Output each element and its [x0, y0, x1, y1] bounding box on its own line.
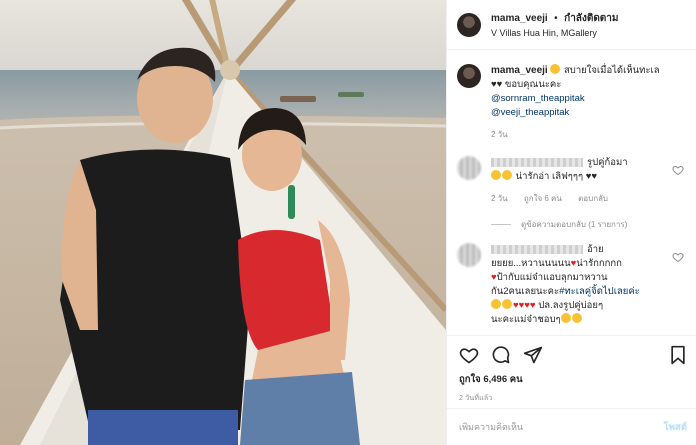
reply-button[interactable]: ตอบกลับ [578, 194, 608, 203]
kiss-emoji-icon [571, 313, 582, 323]
following-button[interactable]: กำลังติดตาม [564, 13, 618, 24]
caption-avatar[interactable] [457, 64, 481, 88]
post-photo[interactable] [0, 0, 446, 445]
post-actions: ถูกใจ 6,496 คน 2 วันที่แล้ว [447, 335, 696, 404]
hashtag-link[interactable]: #ทะเลคู่จิ้ดไปเลยค่ะ [559, 286, 640, 297]
view-replies-button[interactable]: ดูข้อความตอบกลับ (1 รายการ) [491, 218, 686, 231]
black-hearts-icon: ♥♥ [491, 79, 503, 90]
post-timestamp[interactable]: 2 วันที่แล้ว [459, 393, 687, 404]
post-header: mama_veeji • กำลังติดตาม V Villas Hua Hi… [447, 0, 696, 50]
grin-emoji-icon [502, 299, 512, 309]
comment-likes[interactable]: ถูกใจ 6 คน [524, 194, 562, 203]
comment-text: ป้ากับแม่จ๋าแอบลุกมาหวาน [496, 272, 608, 283]
instagram-post-view: mama_veeji • กำลังติดตาม V Villas Hua Hi… [0, 0, 696, 445]
heart-icon[interactable] [459, 345, 479, 365]
comment-text: กัน2คนเลยนะคะ [491, 286, 560, 297]
comment-text: นะคะแม่จ๋าชอบๆ [491, 314, 561, 325]
replies-divider [491, 224, 511, 225]
comment-like-heart-icon[interactable] [672, 164, 684, 176]
post-side-panel: mama_veeji • กำลังติดตาม V Villas Hua Hi… [446, 0, 696, 445]
kiss-emoji-icon [560, 313, 571, 323]
heart-eyes-emoji-icon [502, 170, 512, 180]
comment-age[interactable]: 2 วัน [491, 194, 508, 203]
mention-link[interactable]: @veeji_theappitak [491, 106, 660, 120]
blurred-avatar[interactable] [457, 243, 481, 267]
add-comment-bar: โพสต์ [447, 408, 696, 445]
comments-list[interactable]: mama_veeji สบายใจเมื่อได้เห็นทะเล ♥♥ ขอบ… [447, 50, 696, 327]
share-icon[interactable] [523, 345, 543, 365]
grin-emoji-icon [491, 299, 501, 309]
caption-meta: 2 วัน [491, 128, 660, 142]
caption: mama_veeji สบายใจเมื่อได้เห็นทะเล ♥♥ ขอบ… [457, 64, 686, 142]
post-comment-button[interactable]: โพสต์ [664, 420, 687, 435]
mention-link[interactable]: @sornram_theappitak [491, 92, 660, 106]
blurred-avatar[interactable] [457, 156, 481, 180]
separator-dot: • [554, 12, 558, 24]
comment-text: รูปคู่ก้อมา [587, 157, 628, 168]
blurred-username[interactable] [491, 244, 583, 254]
caption-age[interactable]: 2 วัน [491, 130, 508, 139]
comment-input[interactable] [459, 422, 664, 432]
comment-text-2: น่ารักอ่า เลิฟๆๆๆ [515, 171, 584, 182]
avatar[interactable] [457, 12, 481, 37]
comment-text: อ้าย [587, 244, 604, 255]
username-link[interactable]: mama_veeji [491, 13, 548, 24]
comment-text: น่ารักกกกก [576, 258, 622, 269]
heart-eyes-emoji-icon [491, 170, 501, 180]
comment-body: รูปคู่ก้อมา น่ารักอ่า เลิฟๆๆๆ ♥♥ 2 วัน ถ… [491, 156, 628, 206]
caption-body: mama_veeji สบายใจเมื่อได้เห็นทะเล ♥♥ ขอบ… [491, 64, 660, 142]
action-icons [459, 344, 687, 366]
comment-body: อ้าย ยยยย...หวานนนนน♥น่ารักกกกก ♥ป้ากับแ… [491, 243, 640, 327]
location-link[interactable]: V Villas Hua Hin, MGallery [491, 26, 619, 41]
comment: อ้าย ยยยย...หวานนนนน♥น่ารักกกกก ♥ป้ากับแ… [457, 243, 686, 327]
bookmark-icon[interactable] [669, 345, 687, 365]
caption-username[interactable]: mama_veeji [491, 65, 548, 76]
caption-text-2: ขอบคุณนะคะ [504, 79, 562, 90]
comment: รูปคู่ก้อมา น่ารักอ่า เลิฟๆๆๆ ♥♥ 2 วัน ถ… [457, 156, 686, 206]
red-hearts-icon: ♥♥♥♥ [513, 300, 536, 311]
view-replies-label: ดูข้อความตอบกลับ (1 รายการ) [521, 220, 628, 229]
beach-couple-photo [0, 0, 446, 445]
post-header-meta: mama_veeji • กำลังติดตาม V Villas Hua Hi… [491, 9, 619, 41]
likes-count[interactable]: ถูกใจ 6,496 คน [459, 372, 687, 387]
smile-emoji-icon [550, 64, 561, 74]
comment-meta: 2 วัน ถูกใจ 6 คน ตอบกลับ [491, 192, 628, 206]
blurred-username[interactable] [491, 157, 583, 167]
comment-icon[interactable] [491, 345, 511, 365]
black-hearts-icon: ♥♥ [585, 171, 598, 182]
comment-like-heart-icon[interactable] [672, 251, 684, 263]
comment-text: ปล.ลงรูปคู่บ่อยๆ [538, 300, 604, 311]
comment-text: ยยยย...หวานนนนน [491, 258, 571, 269]
caption-text: สบายใจเมื่อได้เห็นทะเล [564, 65, 660, 76]
